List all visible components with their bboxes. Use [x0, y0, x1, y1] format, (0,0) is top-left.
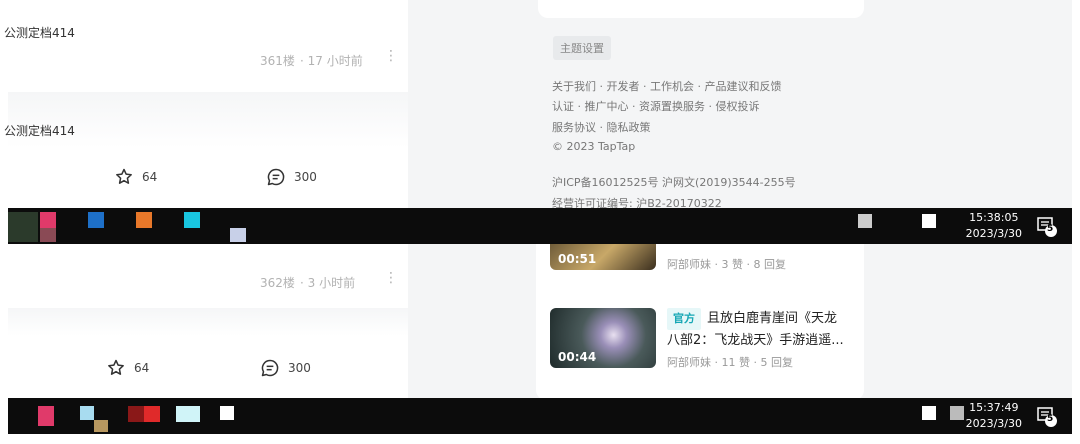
comment-button[interactable]: 300: [260, 358, 311, 378]
footer-links-1[interactable]: 关于我们 · 开发者 · 工作机会 · 产品建议和反馈: [552, 78, 781, 94]
like-count: 64: [142, 170, 158, 184]
clock-date: 2023/3/30: [965, 227, 1022, 240]
taskbar-app-icon[interactable]: [80, 406, 94, 420]
system-clock[interactable]: 15:37:49 2023/3/30: [966, 400, 1022, 432]
more-options-icon[interactable]: ⋮: [384, 270, 398, 286]
taskbar-app-icon[interactable]: [88, 212, 104, 228]
copyright-text: © 2023 TapTap: [552, 140, 636, 153]
taskbar-app-icon[interactable]: [40, 212, 56, 228]
star-icon: [116, 168, 132, 184]
comment-icon: [261, 359, 279, 377]
post-text: 公测定档414: [4, 26, 75, 40]
video-meta: 阿部师妹 · 3 赞 · 8 回复: [667, 258, 786, 271]
comment-count: 300: [288, 361, 311, 375]
tray-icon[interactable]: [950, 406, 964, 420]
post-floor: 362楼: [260, 276, 295, 290]
post-time: 3 小时前: [307, 276, 356, 290]
tray-icon[interactable]: [922, 406, 936, 420]
footer-links-3[interactable]: 服务协议 · 隐私政策: [552, 119, 651, 135]
notification-count: 5: [1047, 414, 1054, 424]
notification-center-icon[interactable]: 5: [1036, 406, 1058, 428]
notification-count: 5: [1047, 224, 1054, 234]
taskbar-app-icon[interactable]: [184, 212, 200, 228]
post-meta: 362楼 · 3 小时前: [260, 276, 356, 290]
system-clock[interactable]: 15:38:05 2023/3/30: [966, 210, 1022, 242]
video-title[interactable]: 官方 且放白鹿青崖间《天龙八部2：飞龙战天》手游逍遥...: [667, 308, 847, 352]
screenshot-frame-1: 公测定档414 361楼 · 17 小时前 ⋮ 公测定档414 64 300 主…: [0, 0, 1080, 208]
windows-taskbar: 15:38:05 2023/3/30 5: [8, 208, 1072, 244]
post-meta: 361楼 · 17 小时前: [260, 54, 363, 68]
taskbar-app-icon[interactable]: [8, 212, 38, 242]
post-list-column: 362楼 · 3 小时前 ⋮ 64 300: [8, 244, 408, 400]
clock-time: 15:38:05: [969, 211, 1019, 224]
clock-date: 2023/3/30: [965, 417, 1022, 430]
tray-icon[interactable]: [858, 214, 872, 228]
taskbar-app-icon[interactable]: [230, 228, 246, 242]
post-text: 公测定档414: [4, 124, 75, 138]
post-time: 17 小时前: [307, 54, 363, 68]
taskbar-app-icon[interactable]: [94, 420, 108, 432]
star-icon: [108, 359, 124, 375]
video-thumbnail[interactable]: 00:44: [550, 308, 656, 368]
taskbar-app-icon[interactable]: [40, 228, 56, 242]
post-list-column: 公测定档414 361楼 · 17 小时前 ⋮ 公测定档414 64 300: [4, 0, 408, 208]
post-floor: 361楼: [260, 54, 295, 68]
screenshot-frame-2: 362楼 · 3 小时前 ⋮ 64 300 00:51 阿部师妹 · 3 赞 ·…: [0, 244, 1080, 400]
taskbar-app-icon[interactable]: [128, 406, 144, 422]
taskbar-app-icon[interactable]: [136, 212, 152, 228]
video-thumbnail[interactable]: 00:51: [550, 244, 656, 270]
notification-center-icon[interactable]: 5: [1036, 216, 1058, 238]
taskbar-app-icon[interactable]: [176, 406, 200, 422]
like-button[interactable]: 64: [106, 358, 149, 378]
icp-license-text[interactable]: 沪ICP备16012525号 沪网文(2019)3544-255号: [552, 174, 796, 190]
video-meta: 阿部师妹 · 11 赞 · 5 回复: [667, 356, 793, 369]
taskbar-app-icon[interactable]: [220, 406, 234, 420]
more-options-icon[interactable]: ⋮: [384, 48, 398, 64]
video-duration: 00:44: [558, 350, 597, 364]
theme-settings-button[interactable]: 主题设置: [553, 36, 611, 60]
sidebar-card: [538, 0, 864, 18]
comment-icon: [267, 168, 285, 186]
video-duration: 00:51: [558, 252, 597, 266]
taskbar-app-icon[interactable]: [38, 406, 54, 426]
post-divider-band: [8, 92, 408, 148]
post-divider-band: [8, 308, 408, 336]
like-button[interactable]: 64: [114, 167, 157, 187]
footer-links-2[interactable]: 认证 · 推广中心 · 资源置换服务 · 侵权投诉: [552, 98, 759, 114]
windows-taskbar: 15:37:49 2023/3/30 5: [8, 398, 1072, 434]
business-license-text: 经营许可证编号: 沪B2-20170322: [552, 197, 722, 208]
tray-icon[interactable]: [922, 214, 936, 228]
like-count: 64: [134, 361, 150, 375]
taskbar-app-icon[interactable]: [144, 406, 160, 422]
official-badge: 官方: [667, 308, 701, 330]
clock-time: 15:37:49: [969, 401, 1019, 414]
comment-button[interactable]: 300: [266, 167, 317, 187]
comment-count: 300: [294, 170, 317, 184]
